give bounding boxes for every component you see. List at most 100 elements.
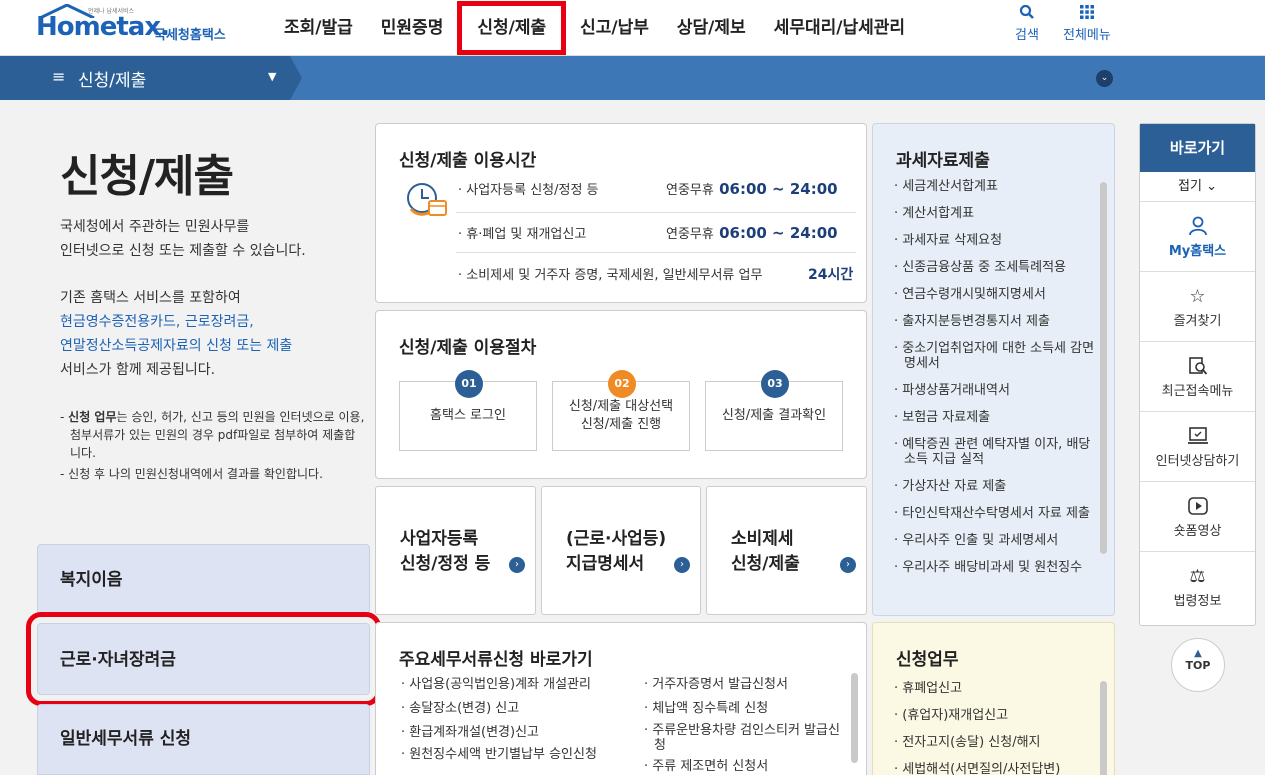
docs-link[interactable]: · 체납액 징수특례 신청 (644, 699, 844, 719)
step-number: 03 (761, 370, 789, 398)
arrow-right-icon: › (674, 557, 690, 573)
taxdata-link[interactable]: · 계산서합계표 (894, 206, 1102, 221)
nav-certificate[interactable]: 민원증명 (367, 0, 458, 56)
intro-notes: - 신청 업무는 승인, 허가, 신고 등의 민원을 인터넷으로 이용, 첨부서… (60, 408, 365, 486)
nav-inquiry[interactable]: 조회/발급 (270, 0, 367, 56)
nav-agent[interactable]: 세무대리/납세관리 (760, 0, 919, 56)
top-label: TOP (1185, 659, 1211, 672)
hours-title: 신청/제출 이용시간 (399, 151, 537, 171)
quick-my-hometax[interactable]: My홈택스 (1140, 202, 1255, 272)
all-menu-button[interactable]: 전체메뉴 (1063, 4, 1111, 43)
hamburger-icon[interactable]: ≡ (52, 67, 65, 86)
search-label: 검색 (1015, 28, 1039, 43)
search-button[interactable]: 검색 (1015, 4, 1039, 43)
quick-shortform-video[interactable]: 숏폼영상 (1140, 482, 1255, 552)
quick-card-title: 소비제세 신청/제출 (731, 529, 800, 574)
person-icon (1140, 202, 1255, 240)
nav-apply-submit[interactable]: 신청/제출 (457, 1, 567, 55)
taxdata-link[interactable]: · 우리사주 인출 및 과세명세서 (894, 533, 1102, 548)
intro-link-yearend[interactable]: 연말정산소득공제자료의 신청 또는 제출 (60, 334, 292, 358)
apply-link[interactable]: · 전자고지(송달) 신청/해지 (894, 735, 1102, 750)
note-item: - 신청 업무는 승인, 허가, 신고 등의 민원을 인터넷으로 이용, 첨부서… (60, 410, 365, 460)
page-title: 신청/제출 (60, 151, 234, 202)
taxdata-link[interactable]: · 우리사주 배당비과세 및 원천징수 (894, 560, 1102, 575)
quick-online-consult[interactable]: 인터넷상담하기 (1140, 412, 1255, 482)
play-icon (1140, 482, 1255, 520)
apply-scrollbar[interactable] (1100, 681, 1107, 775)
taxdata-link[interactable]: · 출자지분등변경통지서 제출 (894, 314, 1102, 329)
quick-label: 숏폼영상 (1173, 524, 1222, 539)
menu-general-tax-docs[interactable]: 일반세무서류 신청 (37, 704, 370, 775)
apply-link[interactable]: · (휴업자)재개업신고 (894, 708, 1102, 723)
hours-row-prefix: 연중무휴 (666, 227, 714, 242)
arrow-right-icon: › (840, 557, 856, 573)
gavel-icon: ⚖ (1189, 566, 1206, 587)
quick-label: 법령정보 (1173, 594, 1222, 609)
docs-link[interactable]: · 송달장소(변경) 신고 (401, 699, 629, 719)
hours-row-label: · 사업자등록 신청/정정 등 (458, 183, 599, 198)
scroll-top-button[interactable]: ▲ TOP (1171, 638, 1225, 692)
taxdata-link[interactable]: · 파생상품거래내역서 (894, 383, 1102, 398)
quick-favorites[interactable]: ☆ 즐겨찾기 (1140, 272, 1255, 342)
docs-link[interactable]: · 사업용(공익법인용)계좌 개설관리 (401, 675, 629, 695)
step-number: 02 (608, 370, 636, 398)
taxdata-scrollbar[interactable] (1100, 182, 1107, 554)
procedure-title: 신청/제출 이용절차 (399, 338, 537, 358)
docs-link[interactable]: · 거주자증명서 발급신청서 (644, 675, 844, 695)
docs-link[interactable]: · 주류운반용차량 검인스티커 발급신청 (644, 723, 844, 753)
taxdata-link[interactable]: · 과세자료 삭제요청 (894, 233, 1102, 248)
quick-card-payment-statement[interactable]: (근로·사업등) 지급명세서 › (541, 486, 701, 615)
intro-paragraph-2: 기존 홈택스 서비스를 포함하여 현금영수증전용카드, 근로장려금, 연말정산소… (60, 286, 292, 382)
quick-label: My홈택스 (1168, 244, 1227, 259)
taxdata-link[interactable]: · 보험금 자료제출 (894, 410, 1102, 425)
intro-link-cards[interactable]: 현금영수증전용카드, 근로장려금, (60, 310, 292, 334)
fold-button[interactable]: 접기 ⌄ (1140, 172, 1255, 202)
star-icon: ☆ (1189, 286, 1206, 307)
logo-subtitle: 국세청홈택스 (154, 28, 226, 43)
quick-recent-menu[interactable]: 최근접속메뉴 (1140, 342, 1255, 412)
hours-card: 신청/제출 이용시간 · 사업자등록 신청/정정 등 연중무휴 06:00 ~ … (375, 123, 867, 303)
docs-list-2: · 거주자증명서 발급신청서 · 체납액 징수특례 신청 · 주류운반용차량 검… (644, 675, 844, 775)
clock-calendar-icon (407, 183, 447, 216)
taxdata-link[interactable]: · 연금수령개시및해지명세서 (894, 287, 1102, 302)
hours-row-label: · 휴·폐업 및 재개업신고 (458, 227, 587, 242)
hours-row: · 휴·폐업 및 재개업신고 연중무휴 06:00 ~ 24:00 (458, 223, 856, 242)
taxdata-link[interactable]: · 중소기업취업자에 대한 소득세 감면명세서 (894, 341, 1102, 371)
caret-down-icon[interactable]: ▼ (268, 70, 276, 83)
docs-link[interactable]: · 환급계좌개설(변경)신고 (401, 723, 629, 743)
docs-link[interactable]: · 주류 제조면허 신청서 (644, 757, 844, 775)
top-header: 언제나 납세서비스 Hometax. 국세청홈택스 조회/발급 민원증명 신청/… (0, 0, 1265, 56)
note-bold: 신청 업무 (68, 410, 117, 424)
note-item: - 신청 후 나의 민원신청내역에서 결과를 확인합니다. (60, 467, 323, 481)
nav-report-pay[interactable]: 신고/납부 (566, 0, 663, 56)
apply-link[interactable]: · 세법해석(서면질의/사전답변) (894, 762, 1102, 775)
docs-link[interactable]: · 원천징수세액 반기별납부 승인신청 (401, 747, 629, 762)
note-text: 신청 후 나의 민원신청내역에서 결과를 확인합니다. (68, 467, 323, 481)
menu-welfare[interactable]: 복지이음 (37, 544, 370, 614)
taxdata-link[interactable]: · 가상자산 자료 제출 (894, 479, 1102, 494)
menu-earned-income-credit[interactable]: 근로·자녀장려금 (26, 612, 381, 706)
quick-card-business-registration[interactable]: 사업자등록 신청/정정 등 › (375, 486, 536, 615)
intro-line: 기존 홈택스 서비스를 포함하여 (60, 290, 241, 306)
quick-law-info[interactable]: ⚖ 법령정보 (1140, 552, 1255, 622)
step-login: 01 홈택스 로그인 (399, 370, 537, 451)
hometax-logo[interactable]: 언제나 납세서비스 Hometax. 국세청홈택스 (36, 4, 246, 50)
grid-menu-icon (1063, 4, 1111, 24)
taxdata-title: 과세자료제출 (896, 151, 990, 171)
logo-text: Hometax. (36, 12, 170, 42)
intro-line: 서비스가 함께 제공됩니다. (60, 362, 216, 378)
monitor-icon (1140, 412, 1255, 450)
expand-circle-icon[interactable]: ⌄ (1096, 70, 1113, 87)
arrow-right-icon: › (509, 557, 525, 573)
apply-link[interactable]: · 휴폐업신고 (894, 681, 1102, 696)
apply-card: 신청업무 · 휴폐업신고 · (휴업자)재개업신고 · 전자고지(송달) 신청/… (872, 622, 1115, 775)
procedure-card: 신청/제출 이용절차 01 홈택스 로그인 02 신청/제출 대상선택 신청/제… (375, 310, 867, 479)
docs-scrollbar[interactable] (851, 673, 858, 763)
taxdata-link[interactable]: · 세금계산서합계표 (894, 179, 1102, 194)
nav-consult[interactable]: 상담/제보 (663, 0, 760, 56)
taxdata-link[interactable]: · 예탁증권 관련 예탁자별 이자, 배당소득 지급 실적 (894, 437, 1102, 467)
taxdata-link[interactable]: · 타인신탁재산수탁명세서 자료 제출 (894, 506, 1102, 521)
quick-card-consumption-tax[interactable]: 소비제세 신청/제출 › (706, 486, 867, 615)
taxdata-link[interactable]: · 신종금융상품 중 조세특례적용 (894, 260, 1102, 275)
chevron-down-icon: ⌄ (1206, 179, 1217, 194)
